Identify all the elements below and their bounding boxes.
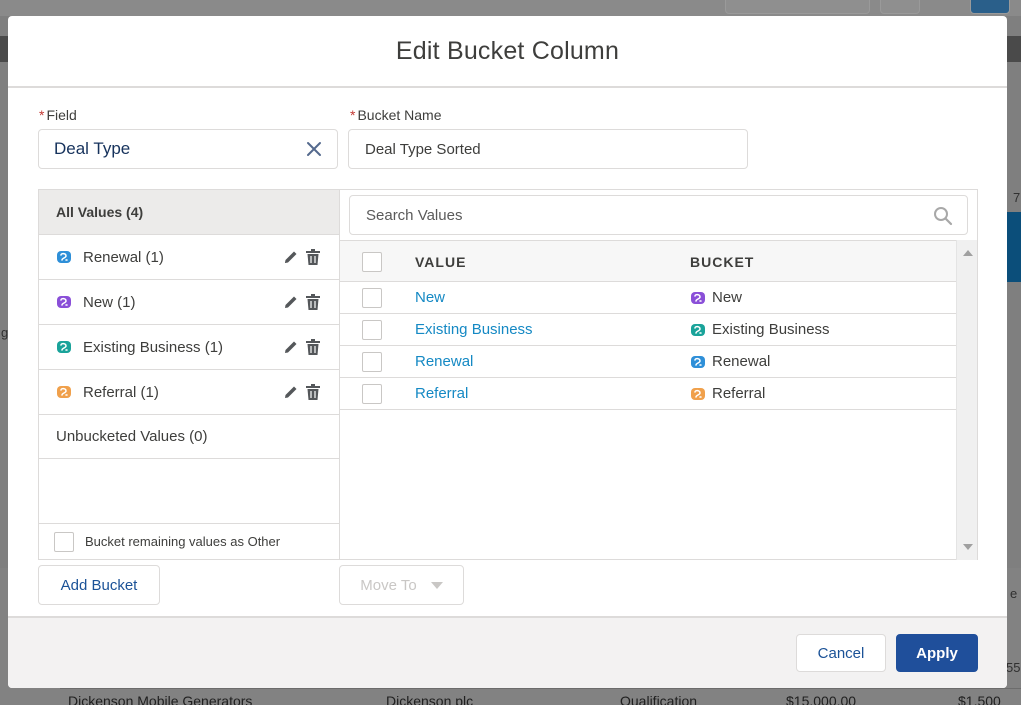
bucket-cell: Existing Business (690, 321, 830, 338)
scroll-up-arrow-icon[interactable] (963, 250, 973, 256)
delete-icon[interactable] (305, 248, 321, 266)
delete-icon[interactable] (305, 338, 321, 356)
field-label-text: Field (46, 107, 77, 123)
bucket-item-referral[interactable]: Referral (1) (39, 370, 339, 415)
scroll-down-arrow-icon[interactable] (963, 544, 973, 550)
edit-icon[interactable] (282, 338, 300, 356)
column-header-value[interactable]: VALUE (415, 254, 466, 270)
search-values-box (349, 195, 968, 235)
row-checkbox[interactable] (362, 288, 382, 308)
bucket-icon (57, 341, 71, 353)
bucket-name-label-text: Bucket Name (357, 107, 442, 123)
search-icon (934, 207, 953, 226)
table-scrollbar[interactable] (956, 240, 977, 560)
field-selected-pill[interactable]: Deal Type (38, 129, 338, 169)
bucket-label: Referral (1) (83, 383, 159, 401)
bucket-name-input[interactable]: Deal Type Sorted (348, 129, 748, 169)
value-link[interactable]: New (415, 289, 445, 306)
values-table: VALUE BUCKET New New Existing Business E… (340, 240, 956, 410)
background-cell: $15,000.00 (786, 693, 857, 705)
background-table-row: Dickenson Mobile Generators Dickenson pl… (60, 688, 1021, 705)
background-panel-edge (1007, 212, 1021, 282)
move-to-label: Move To (360, 576, 417, 594)
table-row[interactable]: Existing Business Existing Business (340, 314, 956, 346)
edit-icon[interactable] (282, 248, 300, 266)
field-label: * Field (39, 107, 77, 123)
value-link[interactable]: Renewal (415, 353, 473, 370)
bucket-icon (57, 251, 71, 263)
value-link[interactable]: Existing Business (415, 321, 533, 338)
values-panel: VALUE BUCKET New New Existing Business (339, 189, 978, 560)
bucket-icon (691, 387, 705, 400)
bucket-remaining-row: Bucket remaining values as Other (39, 523, 339, 559)
background-cell: Dickenson Mobile Generators (68, 693, 253, 705)
bucket-list-panel: All Values (4) Renewal (1) New (1) Exist… (38, 189, 339, 560)
modal-title: Edit Bucket Column (395, 36, 620, 65)
value-link[interactable]: Referral (415, 385, 468, 402)
background-fragment: 55 (1006, 660, 1021, 675)
table-header: VALUE BUCKET (340, 240, 956, 282)
edit-icon[interactable] (282, 383, 300, 401)
bucket-name-label: * Bucket Name (350, 107, 442, 123)
bucket-item-renewal[interactable]: Renewal (1) (39, 235, 339, 280)
table-row[interactable]: New New (340, 282, 956, 314)
required-marker: * (350, 107, 356, 123)
clear-field-icon[interactable] (305, 140, 323, 158)
bucket-cell: Referral (690, 385, 765, 402)
row-checkbox[interactable] (362, 384, 382, 404)
apply-button[interactable]: Apply (896, 634, 978, 672)
bucket-remaining-label: Bucket remaining values as Other (85, 534, 281, 549)
column-header-bucket[interactable]: BUCKET (690, 254, 754, 270)
bucket-label: New (1) (83, 293, 136, 311)
table-row[interactable]: Renewal Renewal (340, 346, 956, 378)
bucket-item-new[interactable]: New (1) (39, 280, 339, 325)
bucket-cell-label: Referral (712, 385, 766, 402)
background-fragment: e (1010, 586, 1018, 601)
bucket-cell-label: New (712, 289, 743, 306)
background-fragment: 7 (1013, 190, 1021, 205)
modal-footer: Cancel Apply (8, 616, 1007, 688)
background-button (725, 0, 870, 14)
modal-header: Edit Bucket Column (8, 16, 1007, 88)
row-checkbox[interactable] (362, 320, 382, 340)
background-cell: Dickenson plc (386, 693, 474, 705)
background-button (970, 0, 1010, 14)
background-button (880, 0, 920, 14)
required-marker: * (39, 107, 45, 123)
table-row[interactable]: Referral Referral (340, 378, 956, 410)
background-cell: Qualification (620, 693, 698, 705)
cancel-button[interactable]: Cancel (796, 634, 886, 672)
bucket-item-existing-business[interactable]: Existing Business (1) (39, 325, 339, 370)
bucket-label: Existing Business (1) (83, 338, 224, 356)
move-to-button[interactable]: Move To (339, 565, 464, 605)
background-cell: $1,500 (958, 693, 1001, 705)
bucket-icon (57, 296, 71, 308)
row-checkbox[interactable] (362, 352, 382, 372)
search-values-input[interactable] (366, 206, 906, 224)
edit-icon[interactable] (282, 293, 300, 311)
bucket-icon (691, 355, 705, 368)
bucket-label: Renewal (1) (83, 248, 164, 266)
add-bucket-button[interactable]: Add Bucket (38, 565, 160, 605)
bucket-cell: Renewal (690, 353, 770, 370)
bucket-cell: New (690, 289, 742, 306)
bucket-item-all-values[interactable]: All Values (4) (39, 190, 339, 235)
field-value: Deal Type (54, 139, 131, 158)
bucket-icon (691, 323, 705, 336)
edit-bucket-modal: Edit Bucket Column * Field Deal Type * Buc… (8, 16, 1007, 688)
bucket-icon (57, 386, 71, 398)
bucket-item-unbucketed[interactable]: Unbucketed Values (0) (39, 415, 339, 459)
select-all-checkbox[interactable] (362, 252, 382, 272)
bucket-cell-label: Existing Business (712, 321, 830, 338)
bucket-icon (691, 291, 705, 304)
delete-icon[interactable] (305, 383, 321, 401)
chevron-down-icon (430, 581, 443, 589)
bucket-cell-label: Renewal (712, 353, 771, 370)
bucket-remaining-checkbox[interactable] (54, 531, 74, 552)
delete-icon[interactable] (305, 293, 321, 311)
bucket-name-value: Deal Type Sorted (365, 140, 481, 158)
